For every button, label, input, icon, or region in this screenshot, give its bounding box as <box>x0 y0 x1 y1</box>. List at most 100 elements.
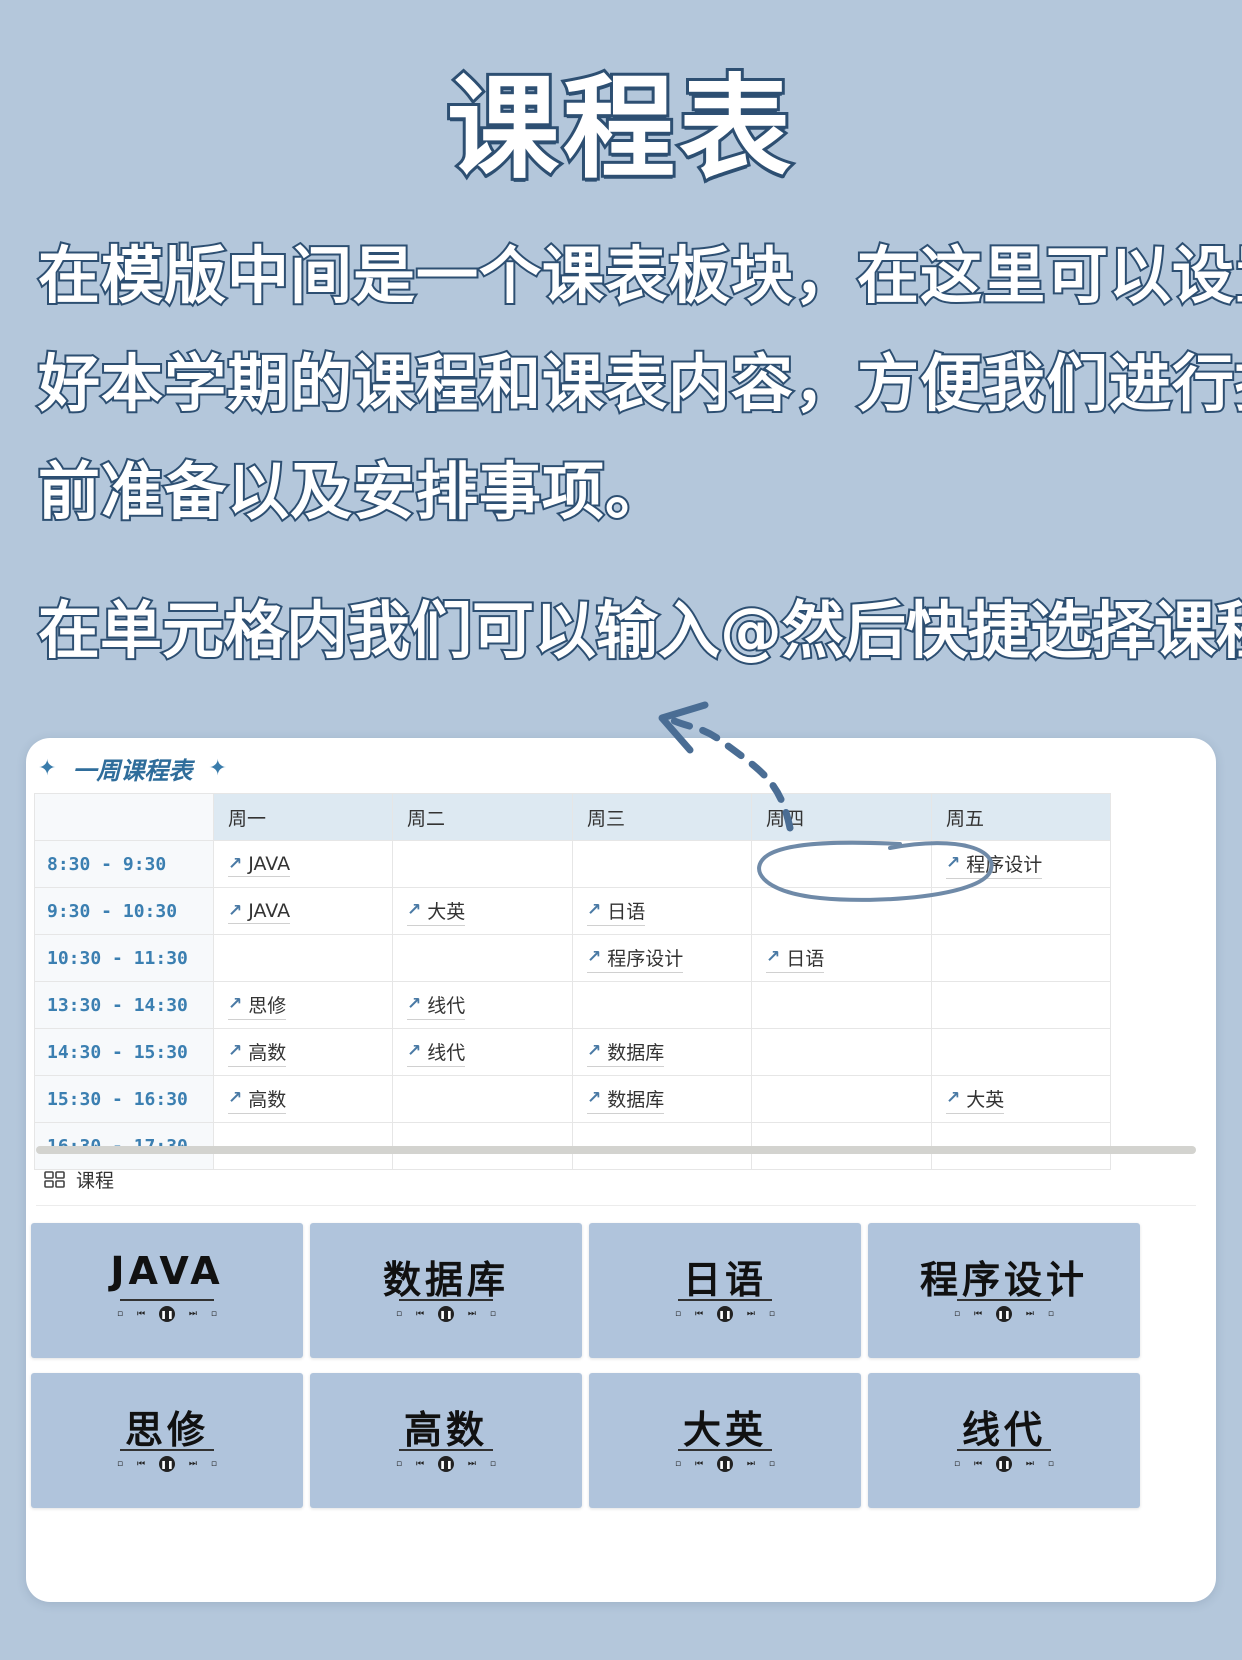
schedule-cell[interactable]: ↗ 数据库 <box>572 1028 752 1076</box>
schedule-cell[interactable]: ↗ 线代 <box>392 981 573 1029</box>
course-tile[interactable]: 大英 ▫ ⏮ ❚❚ ⏭ ▫ <box>589 1373 861 1508</box>
course-link[interactable]: ↗ 线代 <box>407 1038 466 1067</box>
next-icon: ⏭ <box>746 1459 755 1469</box>
schedule-cell[interactable]: ↗ 数据库 <box>572 1075 752 1123</box>
schedule-cell[interactable]: ↗ 大英 <box>931 1075 1111 1123</box>
course-name: 程序设计 <box>966 853 1043 876</box>
prev-icon: ⏮ <box>137 1459 146 1469</box>
schedule-cell[interactable] <box>572 840 752 888</box>
link-arrow-icon: ↗ <box>228 1041 243 1061</box>
table-row: 8:30 - 9:30 ↗ JAVA ↗ 程序设计 <box>34 840 1111 888</box>
course-link[interactable]: ↗ 日语 <box>587 897 646 926</box>
course-link[interactable]: ↗ JAVA <box>228 852 291 877</box>
table-row: 13:30 - 14:30 ↗ 思修 ↗ 线代 <box>34 981 1111 1029</box>
course-tile-label: JAVA <box>110 1249 224 1293</box>
pause-icon: ❚❚ <box>996 1306 1012 1322</box>
schedule-cell[interactable]: ↗ 思修 <box>213 981 393 1029</box>
player-controls: ▫ ⏮ ❚❚ ⏭ ▫ <box>954 1305 1054 1323</box>
course-link[interactable]: ↗ 数据库 <box>587 1085 665 1114</box>
progress-track <box>399 1299 493 1301</box>
repeat-icon: ▫ <box>210 1309 217 1319</box>
schedule-cell[interactable] <box>931 887 1111 935</box>
course-tile-label: 日语 <box>682 1258 767 1302</box>
pause-icon: ❚❚ <box>438 1456 454 1472</box>
course-link[interactable]: ↗ 程序设计 <box>587 944 684 973</box>
intro-line: 好本学期的课程和课表内容，方便我们进行提 <box>36 345 1242 422</box>
course-link[interactable]: ↗ 高数 <box>228 1085 287 1114</box>
course-link[interactable]: ↗ JAVA <box>228 900 291 924</box>
course-name: 大英 <box>427 900 466 923</box>
schedule-cell[interactable] <box>213 934 393 982</box>
schedule-cell[interactable]: ↗ 大英 <box>392 887 573 935</box>
course-tile[interactable]: 日语 ▫ ⏮ ❚❚ ⏭ ▫ <box>589 1223 861 1358</box>
schedule-cell[interactable]: ↗ JAVA <box>213 840 393 888</box>
schedule-cell[interactable] <box>931 1028 1111 1076</box>
sparkle-icon: ✦ <box>208 755 227 781</box>
schedule-cell[interactable]: ↗ JAVA <box>213 887 393 935</box>
shuffle-icon: ▫ <box>117 1459 124 1469</box>
course-link[interactable]: ↗ 日语 <box>766 944 825 973</box>
course-tile[interactable]: 线代 ▫ ⏮ ❚❚ ⏭ ▫ <box>868 1373 1140 1508</box>
repeat-icon: ▫ <box>1047 1309 1054 1319</box>
progress-track <box>120 1449 214 1451</box>
shuffle-icon: ▫ <box>954 1459 961 1469</box>
schedule-cell[interactable]: ↗ 程序设计 <box>572 934 752 982</box>
schedule-cell[interactable]: ↗ 高数 <box>213 1028 393 1076</box>
schedule-cell[interactable]: ↗ 日语 <box>572 887 752 935</box>
schedule-cell[interactable]: ↗ 高数 <box>213 1075 393 1123</box>
course-name: 数据库 <box>607 1041 665 1064</box>
time-slot: 8:30 - 9:30 <box>34 840 214 888</box>
repeat-icon: ▫ <box>1047 1459 1054 1469</box>
schedule-cell[interactable]: ↗ 日语 <box>751 934 932 982</box>
intro-line: 在模版中间是一个课表板块，在这里可以设置 <box>36 237 1242 314</box>
schedule-cell[interactable] <box>751 1075 932 1123</box>
day-header[interactable]: 周四 <box>751 793 932 841</box>
course-tile[interactable]: 思修 ▫ ⏮ ❚❚ ⏭ ▫ <box>31 1373 303 1508</box>
course-tile[interactable]: JAVA ▫ ⏮ ❚❚ ⏭ ▫ <box>31 1223 303 1358</box>
table-header-row: 周一 周二 周三 周四 周五 <box>34 793 1111 841</box>
course-tile[interactable]: 数据库 ▫ ⏮ ❚❚ ⏭ ▫ <box>310 1223 582 1358</box>
player-controls: ▫ ⏮ ❚❚ ⏭ ▫ <box>954 1455 1054 1473</box>
schedule-cell[interactable] <box>392 840 573 888</box>
course-name: 大英 <box>966 1088 1005 1111</box>
course-name: JAVA <box>248 852 291 875</box>
schedule-cell[interactable] <box>751 981 932 1029</box>
schedule-cell[interactable] <box>572 981 752 1029</box>
schedule-cell[interactable]: ↗ 线代 <box>392 1028 573 1076</box>
corner-header <box>34 793 214 841</box>
schedule-cell[interactable] <box>751 1028 932 1076</box>
gallery-header[interactable]: 课程 <box>44 1166 114 1193</box>
course-link[interactable]: ↗ 线代 <box>407 991 466 1020</box>
repeat-icon: ▫ <box>768 1309 775 1319</box>
day-header[interactable]: 周五 <box>931 793 1111 841</box>
course-link[interactable]: ↗ 思修 <box>228 991 287 1020</box>
schedule-cell[interactable] <box>392 1075 573 1123</box>
course-tile-label: 思修 <box>124 1408 209 1452</box>
day-header[interactable]: 周一 <box>213 793 393 841</box>
pause-icon: ❚❚ <box>438 1306 454 1322</box>
prev-icon: ⏮ <box>974 1309 983 1319</box>
course-link[interactable]: ↗ 大英 <box>407 897 466 926</box>
course-link[interactable]: ↗ 程序设计 <box>946 850 1043 879</box>
schedule-cell[interactable] <box>751 840 932 888</box>
schedule-cell[interactable] <box>931 981 1111 1029</box>
repeat-icon: ▫ <box>489 1309 496 1319</box>
course-tile-label: 线代 <box>961 1408 1046 1452</box>
course-tile-label: 程序设计 <box>919 1258 1088 1302</box>
day-header[interactable]: 周二 <box>392 793 573 841</box>
course-link[interactable]: ↗ 高数 <box>228 1038 287 1067</box>
schedule-table: 周一 周二 周三 周四 周五 8:30 - 9:30 ↗ JAVA ↗ 程序设计 9:30… <box>34 793 1111 1170</box>
repeat-icon: ▫ <box>489 1459 496 1469</box>
schedule-cell[interactable] <box>751 887 932 935</box>
schedule-cell[interactable] <box>392 934 573 982</box>
schedule-cell[interactable]: ↗ 程序设计 <box>931 840 1111 888</box>
intro-text: 在模版中间是一个课表板块，在这里可以设置 好本学期的课程和课表内容，方便我们进行… <box>36 222 1242 546</box>
course-tile[interactable]: 高数 ▫ ⏮ ❚❚ ⏭ ▫ <box>310 1373 582 1508</box>
course-tile[interactable]: 程序设计 ▫ ⏮ ❚❚ ⏭ ▫ <box>868 1223 1140 1358</box>
schedule-cell[interactable] <box>931 934 1111 982</box>
table-row: 14:30 - 15:30 ↗ 高数 ↗ 线代 ↗ 数据库 <box>34 1028 1111 1076</box>
course-link[interactable]: ↗ 数据库 <box>587 1038 665 1067</box>
day-header[interactable]: 周三 <box>572 793 752 841</box>
course-link[interactable]: ↗ 大英 <box>946 1085 1005 1114</box>
link-arrow-icon: ↗ <box>587 947 602 967</box>
